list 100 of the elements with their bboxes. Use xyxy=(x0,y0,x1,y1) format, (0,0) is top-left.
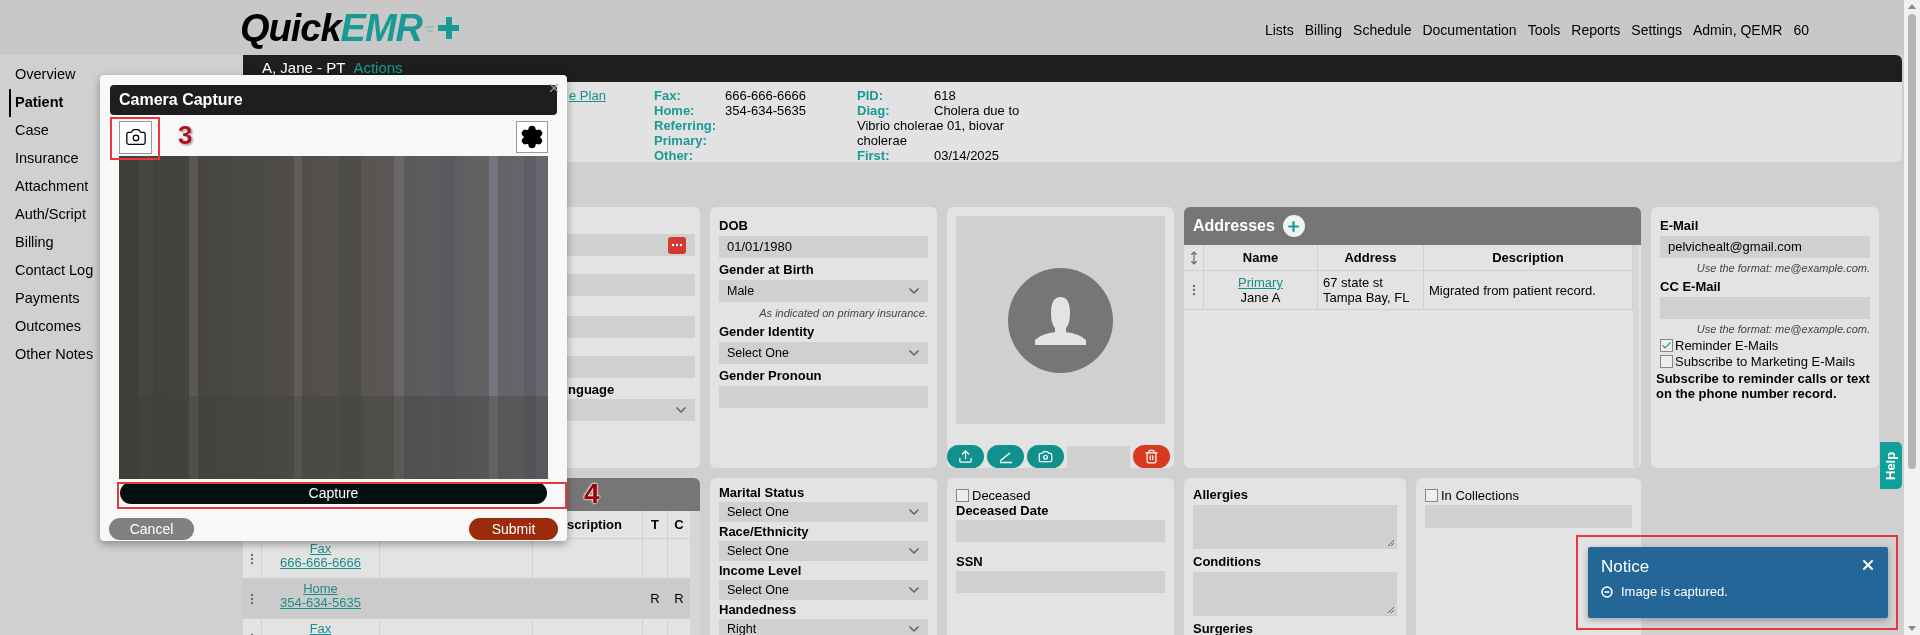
info-value: 666-666-6666 xyxy=(725,88,806,103)
nav-link[interactable]: Reports xyxy=(1571,20,1621,41)
pen-line-icon xyxy=(997,449,1014,464)
capture-button[interactable]: Capture xyxy=(120,482,547,504)
annotation-number: 4 xyxy=(584,479,600,509)
sign-button[interactable] xyxy=(987,445,1024,468)
sidebar-item[interactable]: Payments xyxy=(9,285,80,313)
scrollbar-thumb[interactable] xyxy=(1908,14,1916,469)
field-label: Marital Status xyxy=(719,485,806,501)
nav-link[interactable]: Lists xyxy=(1264,20,1294,41)
close-icon[interactable] xyxy=(547,81,561,95)
sidebar-item[interactable]: Attachment xyxy=(9,173,89,201)
select-field[interactable]: Male xyxy=(719,280,928,302)
info-entry: PID: 618 xyxy=(857,88,957,103)
sidebar-item[interactable]: Auth/Script xyxy=(9,201,86,229)
nav-link[interactable]: Billing xyxy=(1304,20,1343,41)
column-header: C xyxy=(673,515,685,534)
nav-link[interactable]: Schedule xyxy=(1353,20,1412,41)
hint-text: Use the format: me@example.com. xyxy=(1695,261,1870,275)
patient-name: A, Jane - PT xyxy=(262,58,346,79)
sidebar-item[interactable]: Other Notes xyxy=(9,341,94,369)
sidebar-item[interactable]: Insurance xyxy=(9,145,79,173)
field-label: nguage xyxy=(567,382,616,398)
nav-link[interactable]: Admin, QEMR xyxy=(1692,20,1783,41)
field-label: Gender Identity xyxy=(719,324,816,340)
scrollbar[interactable] xyxy=(1904,0,1920,635)
select-field[interactable]: Select One xyxy=(719,502,928,522)
select-field[interactable]: Select One xyxy=(719,580,928,600)
field-label: Allergies xyxy=(1193,487,1249,503)
field-label: Income Level xyxy=(719,563,803,579)
field-label: Surgeries xyxy=(1193,621,1254,635)
text-field[interactable]: 01/01/1980 xyxy=(719,236,928,258)
sidebar-item[interactable]: Billing xyxy=(9,229,54,257)
scrollbar[interactable] xyxy=(690,511,700,635)
checkbox[interactable] xyxy=(1660,339,1673,352)
field-label: Deceased Date xyxy=(956,503,1050,519)
checkbox[interactable] xyxy=(1425,489,1438,502)
notice-title: Notice xyxy=(1601,557,1650,577)
hint-text: As indicated on primary insurance. xyxy=(758,306,928,320)
camera-icon xyxy=(124,126,147,148)
table-cell: Jane A xyxy=(1240,290,1281,305)
trash-icon xyxy=(1144,449,1159,464)
checkbox-label: In Collections xyxy=(1441,488,1520,503)
upload-button[interactable] xyxy=(947,445,984,468)
logo[interactable]: QuickEMR xyxy=(240,8,460,47)
checkbox[interactable] xyxy=(956,489,969,502)
panel-title: Addresses xyxy=(1193,216,1275,236)
nav-link[interactable]: Settings xyxy=(1631,20,1682,41)
select-field[interactable]: Select One xyxy=(719,342,928,364)
select-field[interactable]: Right xyxy=(719,619,928,635)
table-cell-text: Tampa Bay, FL xyxy=(1323,290,1411,305)
delete-button[interactable] xyxy=(1133,445,1170,468)
field-label: Conditions xyxy=(1193,554,1262,570)
field-label: CC E-Mail xyxy=(1660,279,1722,295)
nav-link[interactable]: Documentation xyxy=(1422,20,1517,41)
info-label: Home: xyxy=(654,103,696,118)
sidebar-item[interactable]: Patient xyxy=(9,89,64,117)
field-label: Handedness xyxy=(719,602,798,618)
nav-link[interactable]: Tools xyxy=(1527,20,1561,41)
cancel-button[interactable]: Cancel xyxy=(109,518,194,540)
info-entry: Diag: Cholera due to Vibrio cholerae 01, biovar cholerae xyxy=(857,103,1021,148)
info-label: Other: xyxy=(654,148,694,163)
info-label: Referring: xyxy=(654,118,718,133)
minus-circle-icon xyxy=(1601,585,1613,598)
annotation-frame xyxy=(110,117,160,160)
field-label: Gender Pronoun xyxy=(719,368,823,384)
info-label: Fax: xyxy=(654,88,682,103)
upload-icon xyxy=(958,449,973,464)
dialog-title: Camera Capture xyxy=(119,90,243,110)
field-label: SSN xyxy=(956,554,984,570)
person-placeholder-icon xyxy=(1008,267,1113,373)
info-label: Primary: xyxy=(654,133,708,148)
camera-button[interactable] xyxy=(119,120,152,154)
field-label: Race/Ethnicity xyxy=(719,524,810,540)
more-options-icon[interactable] xyxy=(668,236,686,254)
info-value: 354-634-5635 xyxy=(725,103,806,118)
add-button[interactable] xyxy=(1282,215,1305,237)
text-field[interactable]: pelvichealt@gmail.com xyxy=(1660,236,1870,258)
sidebar-item[interactable]: Case xyxy=(9,117,49,145)
settings-icon xyxy=(520,125,544,149)
checkbox-label: Deceased xyxy=(972,488,1031,503)
field-label: E-Mail xyxy=(1660,218,1700,234)
close-icon[interactable] xyxy=(1860,557,1876,573)
sidebar-item[interactable]: Overview xyxy=(9,61,76,89)
settings-button[interactable] xyxy=(516,121,548,153)
sidebar-item[interactable]: Outcomes xyxy=(9,313,82,341)
scrollbar[interactable] xyxy=(1633,245,1639,468)
submit-button[interactable]: Submit xyxy=(469,518,558,540)
column-header: T xyxy=(643,511,668,538)
nav-link[interactable]: 60 xyxy=(1793,20,1809,41)
select-field[interactable]: Select One xyxy=(719,541,928,561)
plus-icon xyxy=(1286,218,1302,234)
column-header: Address xyxy=(1318,245,1424,270)
reminder-note: Subscribe to reminder calls or text on the phone number record. xyxy=(1656,371,1870,401)
field-label: Gender at Birth xyxy=(719,262,815,278)
notice-message: Image is captured. xyxy=(1621,583,1728,601)
hint-text: Use the format: me@example.com. xyxy=(1695,322,1870,336)
annotation-number: 3 xyxy=(178,120,193,150)
checkbox[interactable] xyxy=(1660,355,1673,368)
sidebar-item[interactable]: Contact Log xyxy=(9,257,94,285)
